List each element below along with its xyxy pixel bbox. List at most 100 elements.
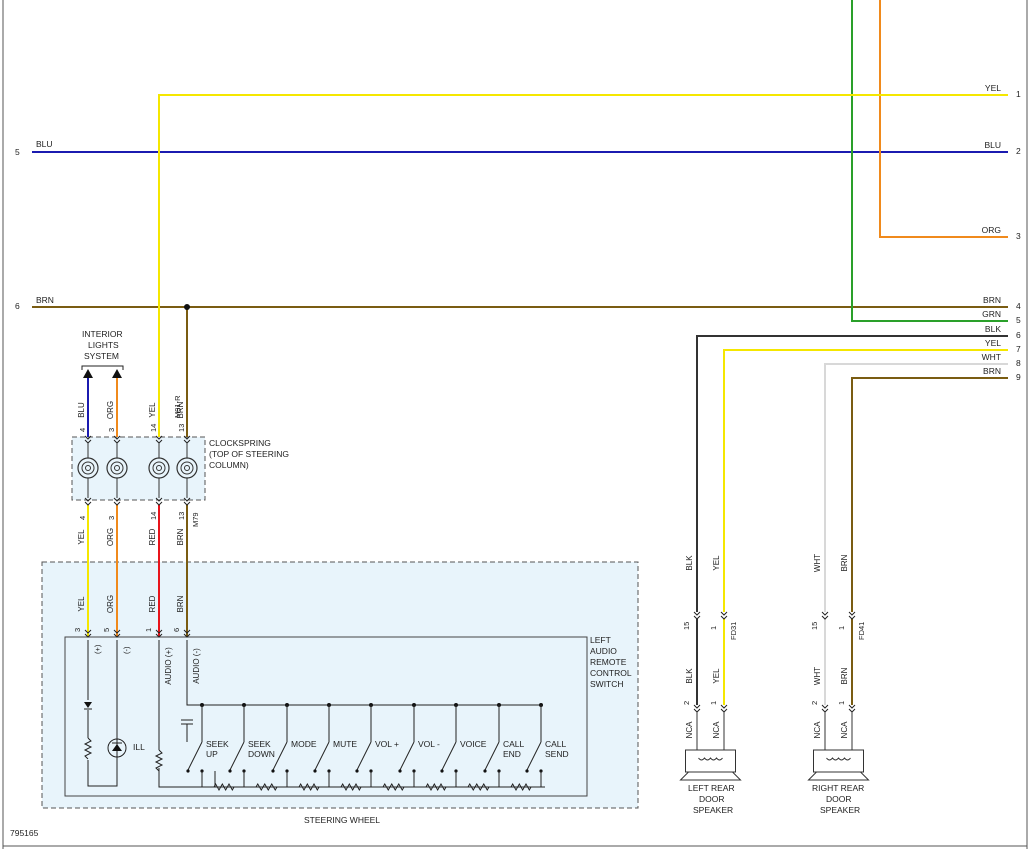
clockspring-bottom-color-14: RED (148, 528, 157, 545)
switch-button-label: END (503, 749, 521, 759)
left-speaker-connector-name: FD31 (729, 622, 738, 640)
right-speaker-connector-pin-1: 1 (837, 626, 846, 630)
interior-lights-label-2: LIGHTS (88, 340, 119, 350)
switch-pin-func-minus: (-) (122, 646, 131, 654)
switch-button-label: VOL - (418, 739, 440, 749)
interior-lights-label-1: INTERIOR (82, 329, 123, 339)
diagram-id: 795165 (10, 828, 39, 838)
clockspring-top-color-14: YEL (148, 402, 157, 418)
left-pin-6: 6 (15, 301, 20, 311)
switch-button-label: SEND (545, 749, 569, 759)
switch-pin-3: 3 (73, 628, 82, 632)
right-speaker-speaker-pin-1: 1 (837, 701, 846, 705)
left-speaker-wire-b (723, 349, 1008, 612)
right-speaker-seam (821, 611, 829, 620)
left-speaker-connector-pin-1: 1 (709, 626, 718, 630)
switch-label-4: CONTROL (590, 668, 632, 678)
arrow-up-icon (112, 369, 122, 378)
wiring-diagram: 5 BLU 6 BRN 1 YEL 2 BLU 3 ORG 4 BRN 5 GRN 6 BLK 7 YEL 8 WHT… (2, 0, 1028, 849)
right-wire-label-1: YEL (985, 83, 1001, 93)
right-speaker-label-3: SPEAKER (820, 805, 860, 815)
right-wire-label-3: ORG (982, 225, 1001, 235)
switch-contact-point (228, 769, 232, 773)
right-pin-2: 2 (1016, 146, 1021, 156)
right-pin-1: 1 (1016, 89, 1021, 99)
clockspring-label-1: CLOCKSPRING (209, 438, 271, 448)
switch-wire-color-4: YEL (77, 596, 86, 612)
right-pin-7: 7 (1016, 344, 1021, 354)
right-wire-label-7: YEL (985, 338, 1001, 348)
right-wire-label-2: BLU (984, 140, 1001, 150)
right-pin-4: 4 (1016, 301, 1021, 311)
right-speaker-speaker-seam (848, 704, 856, 713)
left-speaker-label-1: LEFT REAR (688, 783, 735, 793)
right-speaker-connector-pin-15: 15 (810, 622, 819, 630)
switch-button-label: SEEK (248, 739, 271, 749)
clockspring-top-connector: M91-R (173, 395, 182, 418)
clockspring-bottom-color-13: BRN (176, 528, 185, 545)
right-wire-label-6: BLK (985, 324, 1001, 334)
right-wire-label-8: WHT (982, 352, 1001, 362)
switch-pin-5: 5 (102, 628, 111, 632)
right-speaker-lower-color-1: BRN (840, 667, 849, 684)
left-speaker-speaker-icon (685, 749, 736, 773)
left-speaker-seam (720, 611, 728, 620)
right-wire-label-5: GRN (982, 309, 1001, 319)
left-speaker-label-2: DOOR (699, 794, 725, 804)
left-speaker-upper-color-1: YEL (712, 555, 721, 571)
switch-pin-6: 6 (172, 628, 181, 632)
clockspring-top-pin-4: 4 (78, 428, 87, 432)
left-speaker-speaker-seam (693, 704, 701, 713)
right-speaker-speaker-pin-2: 2 (810, 701, 819, 705)
switch-contact-point (483, 769, 487, 773)
switch-contact-point (313, 769, 317, 773)
right-speaker-nca-1: NCA (840, 721, 849, 739)
right-pin-8: 8 (1016, 358, 1021, 368)
switch-contact-point (398, 769, 402, 773)
right-pin-3: 3 (1016, 231, 1021, 241)
switch-label-1: LEFT (590, 635, 611, 645)
left-speaker-nca-2: NCA (685, 721, 694, 739)
switch-pin-func-audio-plus: AUDIO (+) (164, 647, 173, 685)
clockspring-bottom-color-3: ORG (106, 528, 115, 546)
switch-label-3: REMOTE (590, 657, 627, 667)
switch-button-label: CALL (545, 739, 567, 749)
splice-dot (184, 304, 190, 310)
left-speaker-seam (693, 611, 701, 620)
right-speaker-connector-name: FD41 (857, 622, 866, 640)
left-speaker-upper-color-15: BLK (685, 555, 694, 571)
ill-label: ILL (133, 742, 145, 752)
left-speaker-speaker-seam (720, 704, 728, 713)
switch-button-label: MODE (291, 739, 317, 749)
switch-label-2: AUDIO (590, 646, 617, 656)
switch-contact-point (271, 769, 275, 773)
switch-pin-func-plus: (+) (93, 644, 102, 654)
steering-wheel-label: STEERING WHEEL (304, 815, 380, 825)
left-speaker-speaker-pin-1: 1 (709, 701, 718, 705)
right-speaker-upper-color-15: WHT (813, 554, 822, 572)
switch-wire-color-13: BRN (176, 595, 185, 612)
left-speaker-nca-1: NCA (712, 721, 721, 739)
right-speaker-speaker-seam (821, 704, 829, 713)
wire-org-top (879, 0, 1008, 238)
clockspring-label-2: (TOP OF STEERING (209, 449, 289, 459)
right-speaker-lower-color-2: WHT (813, 667, 822, 685)
right-speaker-seam (848, 611, 856, 620)
interior-lights-label-3: SYSTEM (84, 351, 119, 361)
right-wire-label-9: BRN (983, 366, 1001, 376)
right-speaker-nca-2: NCA (813, 721, 822, 739)
right-wire-label-4: BRN (983, 295, 1001, 305)
right-speaker-label-2: DOOR (826, 794, 852, 804)
clockspring-bottom-color-4: YEL (77, 529, 86, 545)
switch-button-label: CALL (503, 739, 525, 749)
right-pin-5: 5 (1016, 315, 1021, 325)
right-speaker-speaker-icon (813, 749, 864, 773)
left-speaker-label-3: SPEAKER (693, 805, 733, 815)
clockspring-top-color-4: BLU (77, 402, 86, 418)
switch-contact-point (186, 769, 190, 773)
left-speaker-lower-color-2: BLK (685, 668, 694, 684)
wire-grn (851, 0, 1008, 322)
left-wire-label-blu: BLU (36, 139, 53, 149)
clockspring-top-pin-3: 3 (107, 428, 116, 432)
left-speaker-speaker-pin-2: 2 (682, 701, 691, 705)
